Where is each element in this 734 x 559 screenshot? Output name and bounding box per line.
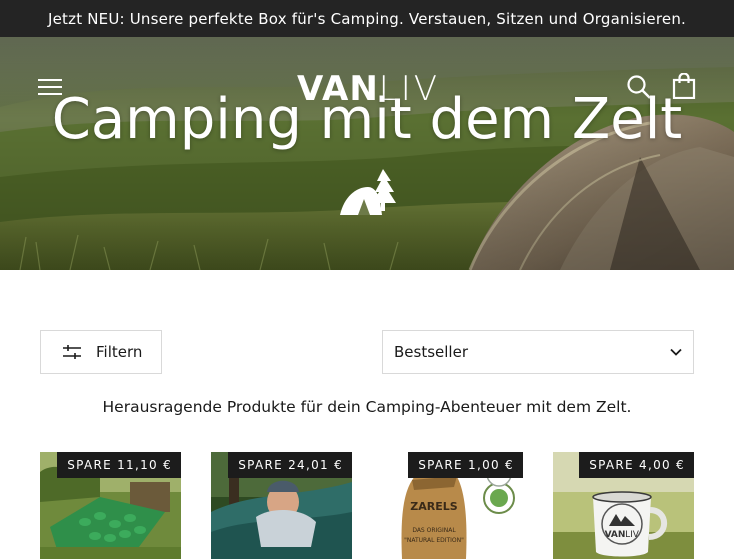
hero-banner: VAN LIV Camping mit dem Zelt [0, 37, 734, 270]
announcement-text[interactable]: Jetzt NEU: Unsere perfekte Box für's Cam… [48, 10, 686, 28]
sliders-icon [63, 345, 81, 359]
announcement-bar[interactable]: Jetzt NEU: Unsere perfekte Box für's Cam… [0, 0, 734, 37]
sort-select[interactable]: Bestseller [382, 330, 694, 374]
sale-badge: SPARE 1,00 € [408, 452, 523, 478]
bag-line-text: "NATURAL EDITION" [404, 537, 464, 544]
product-card[interactable]: VAN LIV SPARE 4,00 € [553, 452, 694, 559]
bag-brand-text: ZARELS [410, 500, 457, 513]
page: Jetzt NEU: Unsere perfekte Box für's Cam… [0, 0, 734, 559]
collection-description: Herausragende Produkte für dein Camping-… [102, 398, 632, 416]
mug-logo-text: VAN [605, 530, 626, 540]
mug-logo-text: LIV [625, 530, 640, 540]
sale-badge: SPARE 4,00 € [579, 452, 694, 478]
product-card[interactable]: SPARE 24,01 € [211, 452, 352, 559]
filter-label: Filtern [96, 343, 143, 361]
bag-line-text: DAS ORIGINAL [412, 527, 456, 534]
tent-with-tree-icon [340, 169, 396, 215]
product-card[interactable]: ZARELS DAS ORIGINAL "NATURAL EDITION" SP… [382, 452, 523, 559]
chevron-down-icon [670, 348, 682, 356]
page-title: Camping mit dem Zelt [51, 87, 683, 152]
sale-badge: SPARE 24,01 € [228, 452, 352, 478]
hamburger-menu-icon [38, 79, 62, 81]
sort-selected-value: Bestseller [394, 343, 468, 361]
filter-button[interactable]: Filtern [40, 330, 162, 374]
sale-badge: SPARE 11,10 € [57, 452, 181, 478]
product-card[interactable]: SPARE 11,10 € [40, 452, 181, 559]
